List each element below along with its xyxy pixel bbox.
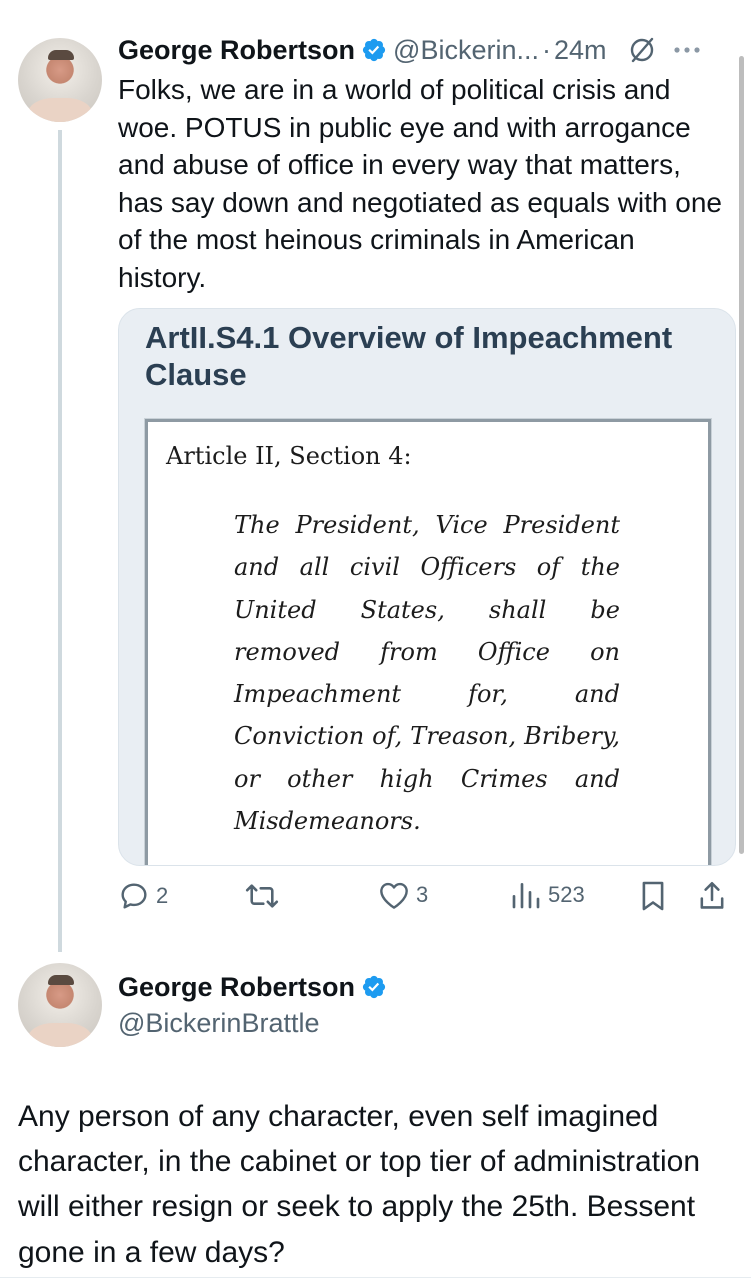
avatar-hair — [48, 50, 74, 60]
timestamp[interactable]: 24m — [554, 32, 607, 68]
avatar[interactable] — [18, 38, 102, 122]
views-count: 523 — [548, 882, 585, 907]
thread-connector-line — [58, 130, 62, 952]
views-icon — [512, 883, 540, 909]
like-icon — [380, 882, 408, 909]
verified-badge-icon — [362, 975, 386, 999]
share-button[interactable] — [698, 880, 726, 912]
scrollbar[interactable] — [739, 56, 744, 854]
reply-header: George Robertson — [118, 969, 393, 1005]
separator-dot: · — [541, 35, 551, 65]
tweet-header: George Robertson @Bickerin... · 24m — [118, 32, 738, 68]
document-body: The President, Vice President and all ci… — [234, 511, 620, 836]
avatar-shirt — [28, 1023, 92, 1047]
like-button[interactable]: 3 — [378, 880, 428, 910]
divider — [0, 1277, 751, 1278]
bookmark-icon — [642, 881, 664, 911]
grok-icon[interactable] — [627, 35, 657, 65]
avatar-shirt — [28, 98, 92, 122]
reply-author-handle[interactable]: @BickerinBrattle — [118, 1005, 319, 1041]
reply-count: 2 — [156, 883, 169, 908]
repost-icon — [245, 884, 279, 908]
document-heading: Article II, Section 4: — [166, 442, 412, 470]
link-card[interactable]: ArtII.S4.1 Overview of Impeachment Claus… — [118, 308, 736, 866]
like-count: 3 — [416, 882, 429, 907]
avatar-hair — [48, 975, 74, 985]
bookmark-button[interactable] — [640, 880, 666, 912]
tweet-text: Folks, we are in a world of political cr… — [118, 74, 722, 293]
card-title: ArtII.S4.1 Overview of Impeachment Claus… — [145, 320, 673, 392]
reply-text: Any person of any character, even self i… — [18, 1100, 701, 1269]
reply-author-name[interactable]: George Robertson — [118, 969, 355, 1005]
reply-button[interactable]: 2 — [118, 880, 168, 912]
card-document-image: Article II, Section 4: The President, Vi… — [145, 419, 711, 865]
author-name[interactable]: George Robertson — [118, 32, 355, 68]
reply-avatar[interactable] — [18, 963, 102, 1047]
repost-button[interactable] — [244, 880, 286, 912]
views-button[interactable]: 523 — [510, 880, 585, 910]
reply-icon — [121, 883, 147, 909]
verified-badge-icon — [362, 38, 386, 62]
author-handle[interactable]: @Bickerin... — [393, 32, 539, 68]
share-icon — [700, 882, 724, 909]
more-icon[interactable] — [673, 45, 701, 55]
